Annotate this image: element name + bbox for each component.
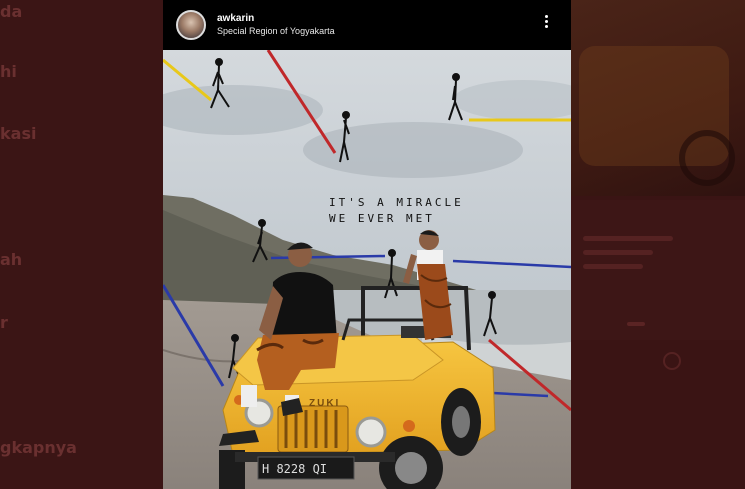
background-text: hi	[0, 62, 17, 81]
background-text: kasi	[0, 124, 37, 143]
post-header: awkarin Special Region of Yogyakarta	[163, 0, 571, 50]
post-photo-illustration: IT'S A MIRACLE WE EVER MET ZUKI H 8228 Q…	[163, 50, 571, 489]
background-thumbnail-wheel	[679, 130, 735, 186]
post-location[interactable]: Special Region of Yogyakarta	[217, 26, 335, 36]
background-dash	[627, 322, 645, 326]
more-vertical-icon[interactable]	[539, 13, 553, 35]
background-card	[571, 200, 745, 340]
post-modal: awkarin Special Region of Yogyakarta IT'…	[163, 0, 571, 489]
background-card-line	[583, 250, 653, 255]
background-page-right	[571, 0, 745, 489]
image-text-line-1: IT'S A MIRACLE	[329, 196, 464, 209]
background-text: r	[0, 313, 8, 332]
jeep-badge: ZUKI	[309, 398, 340, 409]
background-circle-icon	[663, 352, 681, 370]
post-photo[interactable]: IT'S A MIRACLE WE EVER MET ZUKI H 8228 Q…	[163, 50, 571, 489]
license-plate: H 8228 QI	[262, 462, 327, 476]
background-thumbnail	[571, 0, 745, 196]
background-text: gkapnya	[0, 438, 77, 457]
background-text: da	[0, 2, 23, 21]
background-text: ah	[0, 250, 23, 269]
background-card-line	[583, 264, 643, 269]
background-page-left: da hi kasi ah r gkapnya	[0, 0, 163, 489]
post-username[interactable]: awkarin	[217, 13, 254, 24]
avatar[interactable]	[176, 10, 206, 40]
background-card-line	[583, 236, 673, 241]
image-text-line-2: WE EVER MET	[329, 212, 435, 225]
cloud	[303, 122, 523, 178]
